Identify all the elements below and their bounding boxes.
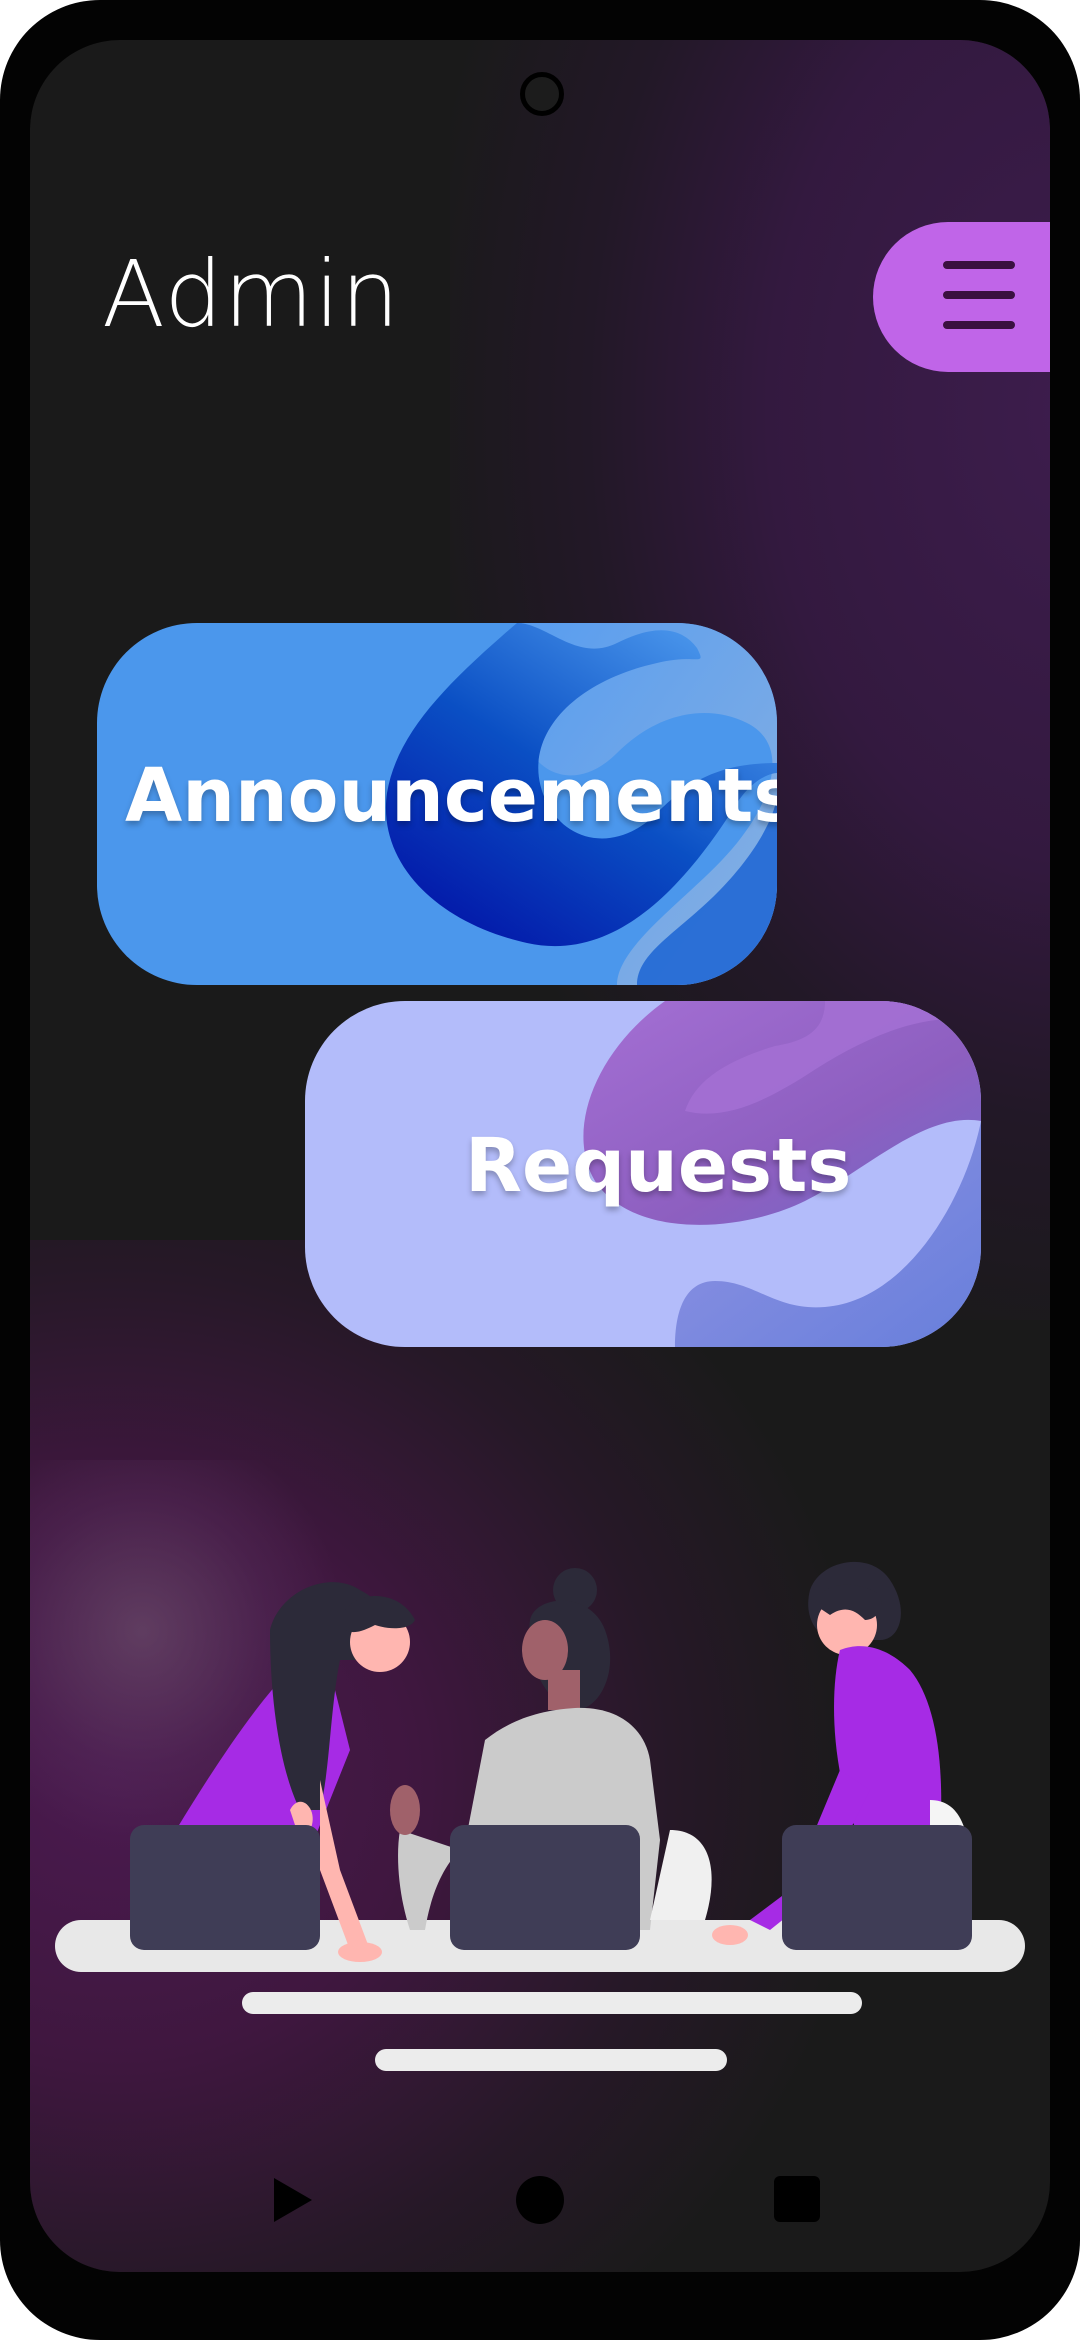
team-illustration (55, 1561, 1025, 1972)
back-triangle-icon[interactable] (262, 2170, 322, 2230)
requests-card[interactable]: Requests (305, 1001, 981, 1347)
decorative-bar-long (242, 1992, 862, 2014)
front-camera (520, 72, 564, 116)
hamburger-menu-icon-line-bottom (943, 321, 1015, 329)
decorative-bar-short (375, 2049, 727, 2071)
hamburger-menu-icon-line-middle (943, 291, 1015, 299)
hamburger-menu-icon-line-top (943, 261, 1015, 269)
requests-label: Requests (465, 1123, 852, 1209)
laptop-left (130, 1825, 320, 1950)
announcements-card[interactable]: Announcements (97, 623, 777, 985)
laptop-right (782, 1825, 972, 1950)
system-navigation-bar (30, 2170, 1050, 2260)
page-title: Admin (102, 241, 401, 348)
laptop-middle (450, 1825, 640, 1950)
app-screen: Admin Announcements Requests (30, 40, 1050, 2272)
phone-frame: Admin Announcements Requests (0, 0, 1080, 2340)
menu-button[interactable] (873, 222, 1050, 372)
recents-square-icon[interactable] (768, 2170, 828, 2230)
home-circle-icon[interactable] (516, 2170, 576, 2230)
announcements-label: Announcements (125, 753, 777, 839)
